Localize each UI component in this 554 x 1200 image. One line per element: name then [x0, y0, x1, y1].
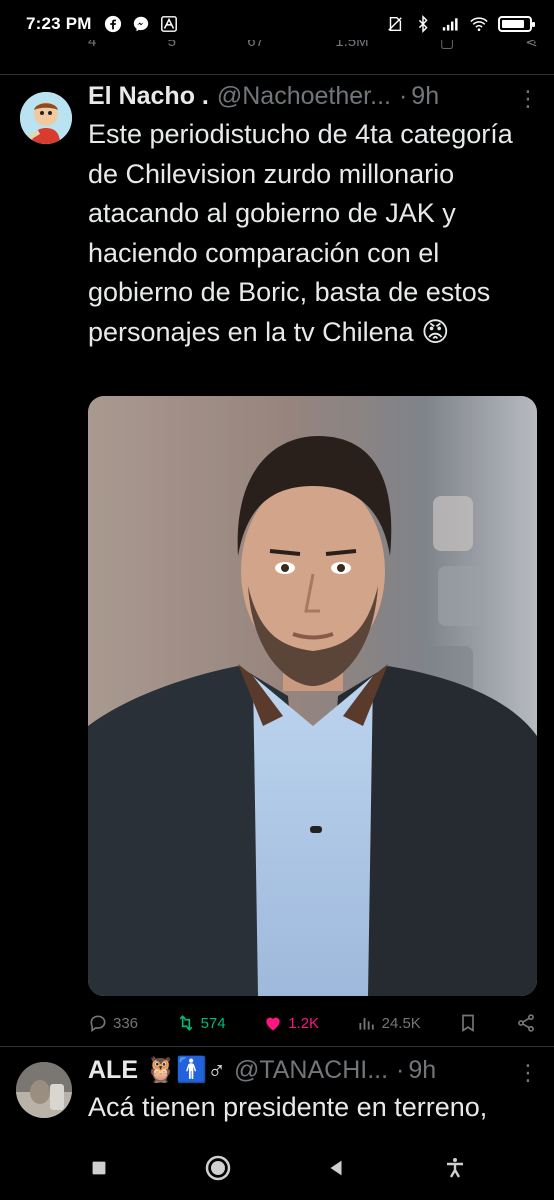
facebook-icon: [104, 15, 122, 33]
back-triangle-icon: [330, 1160, 342, 1176]
messenger-icon: [132, 15, 150, 33]
circle-icon: [205, 1155, 230, 1181]
reply-button[interactable]: 336: [88, 1013, 138, 1033]
back-button[interactable]: [316, 1148, 356, 1188]
prev-retweet-count[interactable]: 5: [168, 40, 176, 51]
battery-fill: [502, 20, 525, 28]
share-icon: [518, 1014, 534, 1032]
tweet-text: Este periodistucho de 4ta categoría de C…: [88, 119, 513, 347]
views-button[interactable]: 24.5K: [357, 1013, 421, 1033]
next-tweet-text: Acá tienen presidente en terreno,: [88, 1092, 488, 1122]
prev-views-count[interactable]: 1.5M: [335, 40, 368, 51]
wifi-icon: [470, 15, 488, 33]
signal-icon: [442, 15, 460, 33]
like-button[interactable]: 1.2K: [263, 1013, 319, 1033]
ai-icon: [160, 15, 178, 33]
prev-like-count[interactable]: 67: [247, 40, 264, 51]
battery-icon: [498, 16, 535, 32]
status-time: 7:23 PM: [26, 14, 92, 33]
retweet-icon: [179, 1015, 193, 1031]
next-author-name[interactable]: ALE 🦉🚹♂: [88, 1056, 226, 1085]
no-sim-icon: [386, 15, 404, 33]
accessibility-button[interactable]: [435, 1148, 475, 1188]
status-right-icons: [386, 15, 535, 33]
more-options-icon[interactable]: ⋮: [517, 86, 539, 112]
retweet-count: 574: [200, 1014, 226, 1032]
retweet-button[interactable]: 574: [176, 1013, 226, 1033]
reply-count: 336: [113, 1014, 139, 1032]
next-more-options-icon[interactable]: ⋮: [517, 1060, 539, 1086]
next-avatar[interactable]: [16, 1062, 72, 1118]
bluetooth-icon: [414, 15, 432, 33]
next-tweet-time[interactable]: 9h: [408, 1056, 436, 1085]
tweet-time[interactable]: 9h: [411, 82, 439, 111]
home-button[interactable]: [198, 1148, 238, 1188]
views-icon: [359, 1018, 374, 1030]
recents-button[interactable]: [79, 1148, 119, 1188]
like-count: 1.2K: [288, 1014, 320, 1032]
author-name[interactable]: El Nacho .: [88, 82, 209, 111]
author-handle[interactable]: @Nachoether...: [217, 82, 391, 111]
divider: [0, 1046, 554, 1047]
tweet-actions: 336 574 1.2K 24.5K: [88, 1010, 536, 1036]
navigation-bar: [0, 1136, 554, 1200]
heart-icon: [266, 1017, 280, 1031]
divider: [0, 74, 554, 75]
reply-icon: [90, 1015, 106, 1033]
previous-tweet-actions: 4 5 67 1.5M ▢ ⋖: [88, 40, 538, 58]
prev-share-icon[interactable]: ⋖: [525, 40, 538, 51]
next-tweet-header: ALE 🦉🚹♂ @TANACHI... · 9h: [88, 1056, 436, 1085]
square-icon: [92, 1161, 106, 1175]
bookmark-icon: [462, 1014, 475, 1033]
next-author-handle[interactable]: @TANACHI...: [234, 1056, 388, 1085]
separator: ·: [398, 82, 408, 110]
tweet-photo[interactable]: [88, 396, 537, 996]
prev-reply-count[interactable]: 4: [88, 40, 96, 51]
bookmark-button[interactable]: [458, 1013, 478, 1033]
views-count: 24.5K: [381, 1014, 421, 1032]
prev-bookmark-icon[interactable]: ▢: [440, 40, 454, 51]
avatar[interactable]: [20, 92, 72, 144]
tweet-header: El Nacho . @Nachoether... · 9h: [88, 82, 439, 111]
accessibility-icon: [446, 1158, 463, 1178]
next-separator: ·: [396, 1056, 405, 1084]
status-left-icons: [104, 15, 178, 33]
share-button[interactable]: [516, 1013, 536, 1033]
